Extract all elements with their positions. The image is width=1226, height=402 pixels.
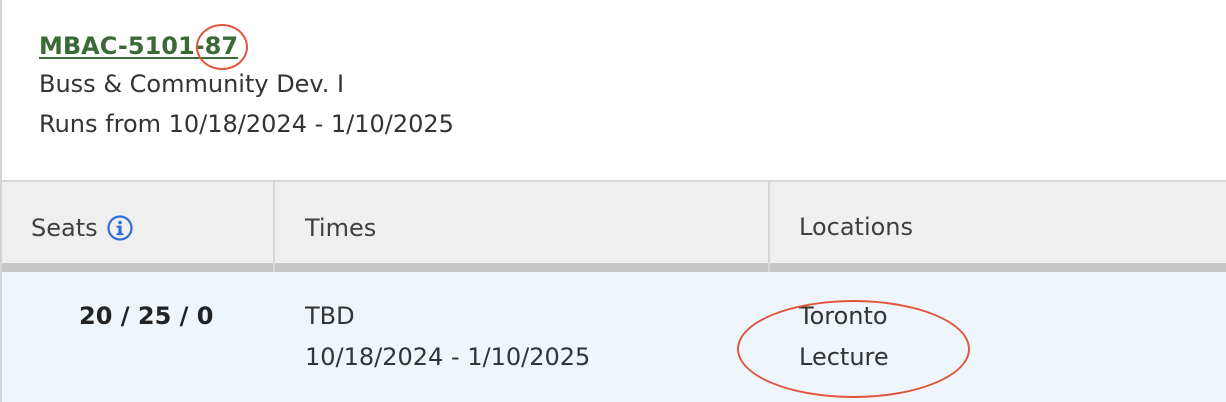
seats-column-header: Seats — [2, 182, 275, 273]
table-row: 20 / 25 / 0 TBD 10/18/2024 - 1/10/2025 T… — [2, 272, 1226, 402]
meeting-dates: 10/18/2024 - 1/10/2025 — [305, 343, 591, 371]
table-header-row: Seats Times Locations — [2, 180, 1226, 273]
location-type: Lecture — [799, 343, 889, 371]
times-header-label: Times — [305, 213, 377, 242]
info-icon[interactable] — [106, 214, 134, 242]
locations-cell: Toronto Lecture — [799, 296, 889, 378]
course-header: MBAC-5101-87 Buss & Community Dev. I Run… — [39, 28, 454, 144]
location-campus: Toronto — [799, 302, 888, 330]
locations-column-header: Locations — [770, 182, 1226, 272]
sections-table: Seats Times Locations 20 / 25 / 0 TBD 10… — [2, 180, 1226, 402]
course-run-dates: Runs from 10/18/2024 - 1/10/2025 — [39, 110, 454, 138]
course-code-link[interactable]: MBAC-5101-87 — [39, 28, 238, 64]
times-column-header: Times — [275, 182, 770, 273]
course-title: Buss & Community Dev. I — [39, 70, 345, 98]
meeting-time: TBD — [305, 302, 355, 330]
times-cell: TBD 10/18/2024 - 1/10/2025 — [305, 296, 590, 378]
seats-header-label: Seats — [31, 213, 98, 242]
course-section-card: MBAC-5101-87 Buss & Community Dev. I Run… — [0, 0, 1226, 402]
seats-cell: 20 / 25 / 0 — [79, 302, 214, 330]
locations-header-label: Locations — [799, 213, 914, 241]
